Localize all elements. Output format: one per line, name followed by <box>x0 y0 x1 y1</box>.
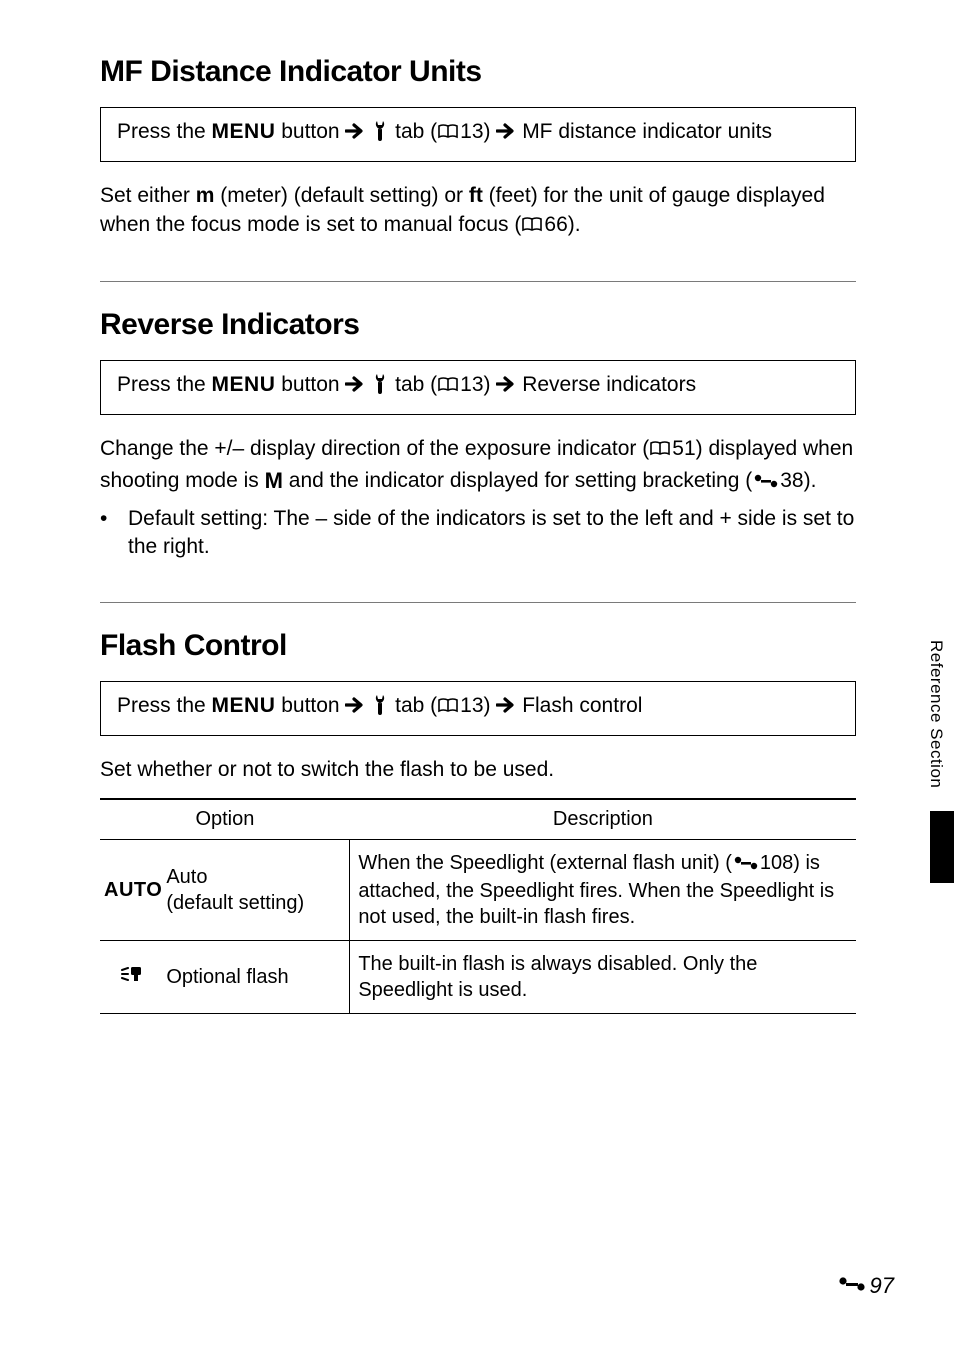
table-row: Optional flash The built-in flash is alw… <box>100 941 856 1014</box>
arrow-right-icon <box>345 122 365 140</box>
nav-text: tab ( <box>395 373 437 396</box>
nav-path-mf: Press the MENU button tab ( 13) MF distan… <box>100 107 856 162</box>
nav-text: ) <box>484 373 497 396</box>
flash-options-table: Option Description AUTO Auto (default se… <box>100 798 856 1014</box>
nav-ref-num: 13 <box>460 120 483 143</box>
manual-ref-icon <box>649 437 671 465</box>
option-label-optional-flash: Optional flash <box>164 941 350 1014</box>
heading-mf-distance: MF Distance Indicator Units <box>100 55 856 89</box>
text: and the indicator displayed for setting … <box>283 469 752 492</box>
manual-ref-icon <box>437 373 459 401</box>
text: Set either <box>100 184 196 207</box>
cross-ref-icon <box>836 1273 868 1299</box>
auto-icon-text: AUTO <box>104 879 162 901</box>
menu-label: MENU <box>212 694 276 717</box>
nav-text: ) <box>484 694 497 717</box>
nav-dest: Flash control <box>516 694 642 717</box>
page-number-value: 97 <box>870 1273 894 1299</box>
setup-tab-icon <box>371 119 389 149</box>
arrow-right-icon <box>345 696 365 714</box>
bold-m: m <box>196 184 215 207</box>
manual-ref-icon <box>437 694 459 722</box>
text: ). <box>568 213 581 236</box>
manual-ref-icon <box>521 213 543 241</box>
ref-num: 38 <box>780 469 803 492</box>
nav-ref-num: 13 <box>460 694 483 717</box>
text: Change the +/– display direction of the … <box>100 437 649 460</box>
arrow-right-icon <box>345 375 365 393</box>
bullet-dot-icon: • <box>100 505 128 562</box>
bullet-text: Default setting: The – side of the indic… <box>128 505 856 562</box>
setup-tab-icon <box>371 693 389 723</box>
arrow-right-icon <box>496 122 516 140</box>
heading-reverse-indicators: Reverse Indicators <box>100 308 856 342</box>
nav-text: button <box>275 120 345 143</box>
body-text-reverse: Change the +/– display direction of the … <box>100 435 856 497</box>
bold-ft: ft <box>469 184 483 207</box>
table-row: AUTO Auto (default setting) When the Spe… <box>100 840 856 941</box>
bullet-default-setting: • Default setting: The – side of the ind… <box>100 505 856 562</box>
menu-label: MENU <box>212 120 276 143</box>
cross-ref-icon <box>732 852 760 878</box>
cross-ref-icon <box>752 469 780 497</box>
heading-flash-control: Flash Control <box>100 629 856 663</box>
nav-ref-num: 13 <box>460 373 483 396</box>
nav-text: tab ( <box>395 120 437 143</box>
manual-ref-icon <box>437 120 459 148</box>
nav-text: button <box>275 694 345 717</box>
setup-tab-icon <box>371 372 389 402</box>
nav-path-reverse: Press the MENU button tab ( 13) Reverse i… <box>100 360 856 415</box>
text: When the Speedlight (external flash unit… <box>358 852 732 874</box>
nav-dest: MF distance indicator units <box>516 120 772 143</box>
body-text-mf: Set either m (meter) (default setting) o… <box>100 182 856 241</box>
ref-num: 51 <box>672 437 695 460</box>
section-divider <box>100 602 856 603</box>
table-header-description: Description <box>350 799 856 840</box>
option-desc-auto: When the Speedlight (external flash unit… <box>350 840 856 941</box>
menu-label: MENU <box>212 373 276 396</box>
option-desc-optional-flash: The built-in flash is always disabled. O… <box>350 941 856 1014</box>
arrow-right-icon <box>496 375 516 393</box>
side-tab: Reference Section <box>918 640 954 883</box>
body-text-flash-intro: Set whether or not to switch the flash t… <box>100 756 856 784</box>
nav-path-flash: Press the MENU button tab ( 13) Flash con… <box>100 681 856 736</box>
section-divider <box>100 281 856 282</box>
text: (meter) (default setting) or <box>214 184 468 207</box>
table-header-option: Option <box>100 799 350 840</box>
nav-dest: Reverse indicators <box>516 373 696 396</box>
mode-m-icon: M <box>265 468 283 493</box>
side-tab-label: Reference Section <box>926 640 946 806</box>
nav-text: Press the <box>117 373 212 396</box>
nav-text: ) <box>484 120 497 143</box>
nav-text: Press the <box>117 694 212 717</box>
option-icon-optional-flash <box>100 941 164 1014</box>
ref-num: 108 <box>760 852 793 874</box>
ref-num: 66 <box>544 213 567 236</box>
optional-flash-icon <box>120 967 146 989</box>
nav-text: button <box>275 373 345 396</box>
page-number: 97 <box>836 1273 894 1299</box>
arrow-right-icon <box>496 696 516 714</box>
option-icon-auto: AUTO <box>100 840 164 941</box>
nav-text: Press the <box>117 120 212 143</box>
nav-text: tab ( <box>395 694 437 717</box>
side-tab-marker <box>930 811 954 883</box>
option-label-auto: Auto (default setting) <box>164 840 350 941</box>
text: ). <box>804 469 817 492</box>
